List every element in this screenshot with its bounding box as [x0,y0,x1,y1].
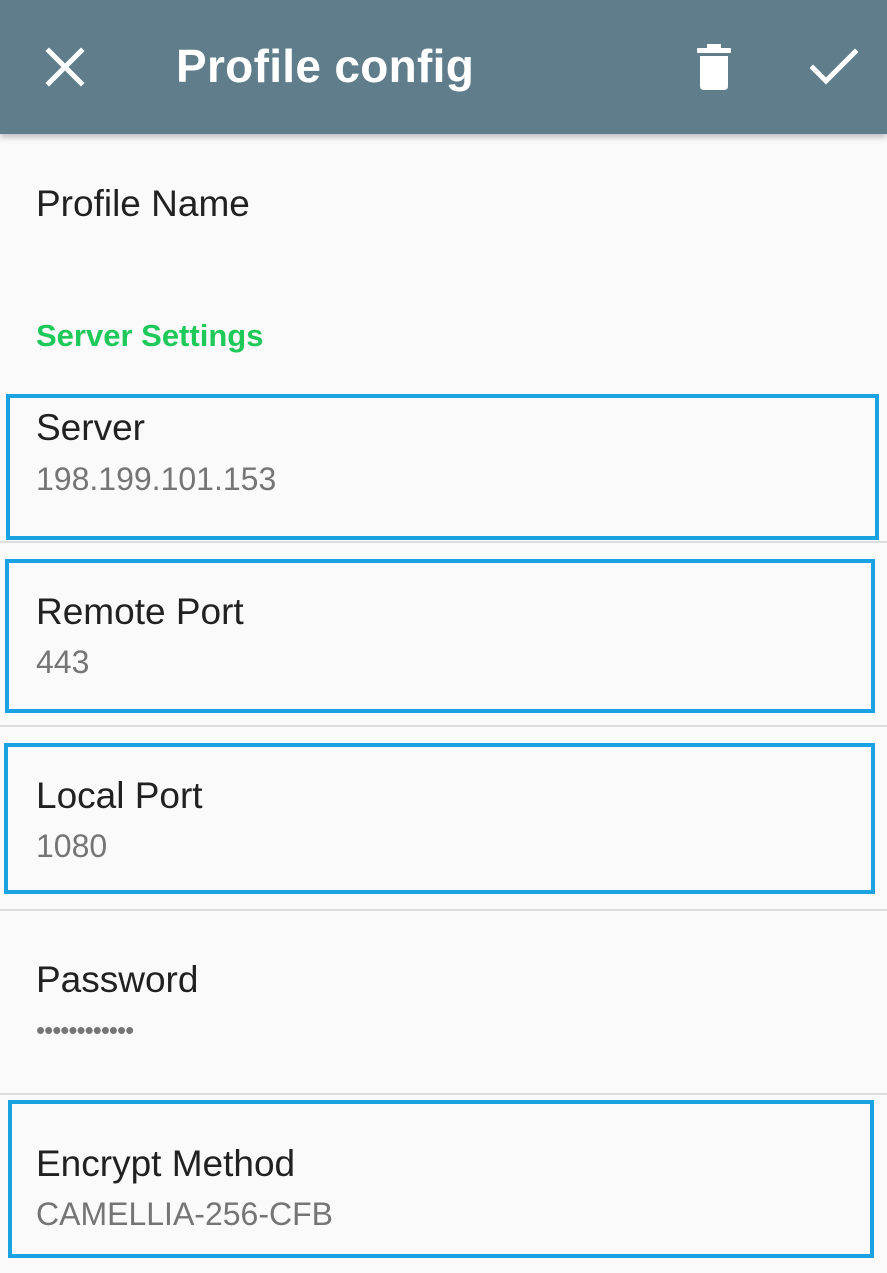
delete-button[interactable] [674,27,754,107]
remote-port-value: 443 [36,644,90,680]
password-value: •••••••••••• [36,1015,134,1045]
server-label: Server [36,407,145,448]
local-port-label: Local Port [36,775,203,816]
server-value: 198.199.101.153 [36,461,277,497]
close-button[interactable] [25,27,105,107]
local-port-item[interactable]: Local Port 1080 [0,727,887,909]
remote-port-label: Remote Port [36,591,244,632]
preference-list: Profile Name Server Settings Server 198.… [0,134,887,1273]
server-item[interactable]: Server 198.199.101.153 [0,396,887,542]
encrypt-method-item[interactable]: Encrypt Method CAMELLIA-256-CFB [0,1095,887,1273]
password-label: Password [36,959,199,1000]
check-icon [810,48,858,85]
page-title: Profile config [176,40,475,92]
remote-port-item[interactable]: Remote Port 443 [0,543,887,725]
app-bar: Profile config [0,0,887,134]
save-button[interactable] [794,27,874,107]
profile-name-label: Profile Name [36,183,250,224]
encrypt-method-value: CAMELLIA-256-CFB [36,1196,333,1232]
local-port-value: 1080 [36,828,108,864]
password-item[interactable]: Password •••••••••••• [0,911,887,1093]
trash-icon [697,44,731,90]
profile-name-item[interactable]: Profile Name [0,134,887,274]
server-settings-header: Server Settings [36,318,264,353]
close-icon [45,47,85,87]
encrypt-method-label: Encrypt Method [36,1143,296,1184]
